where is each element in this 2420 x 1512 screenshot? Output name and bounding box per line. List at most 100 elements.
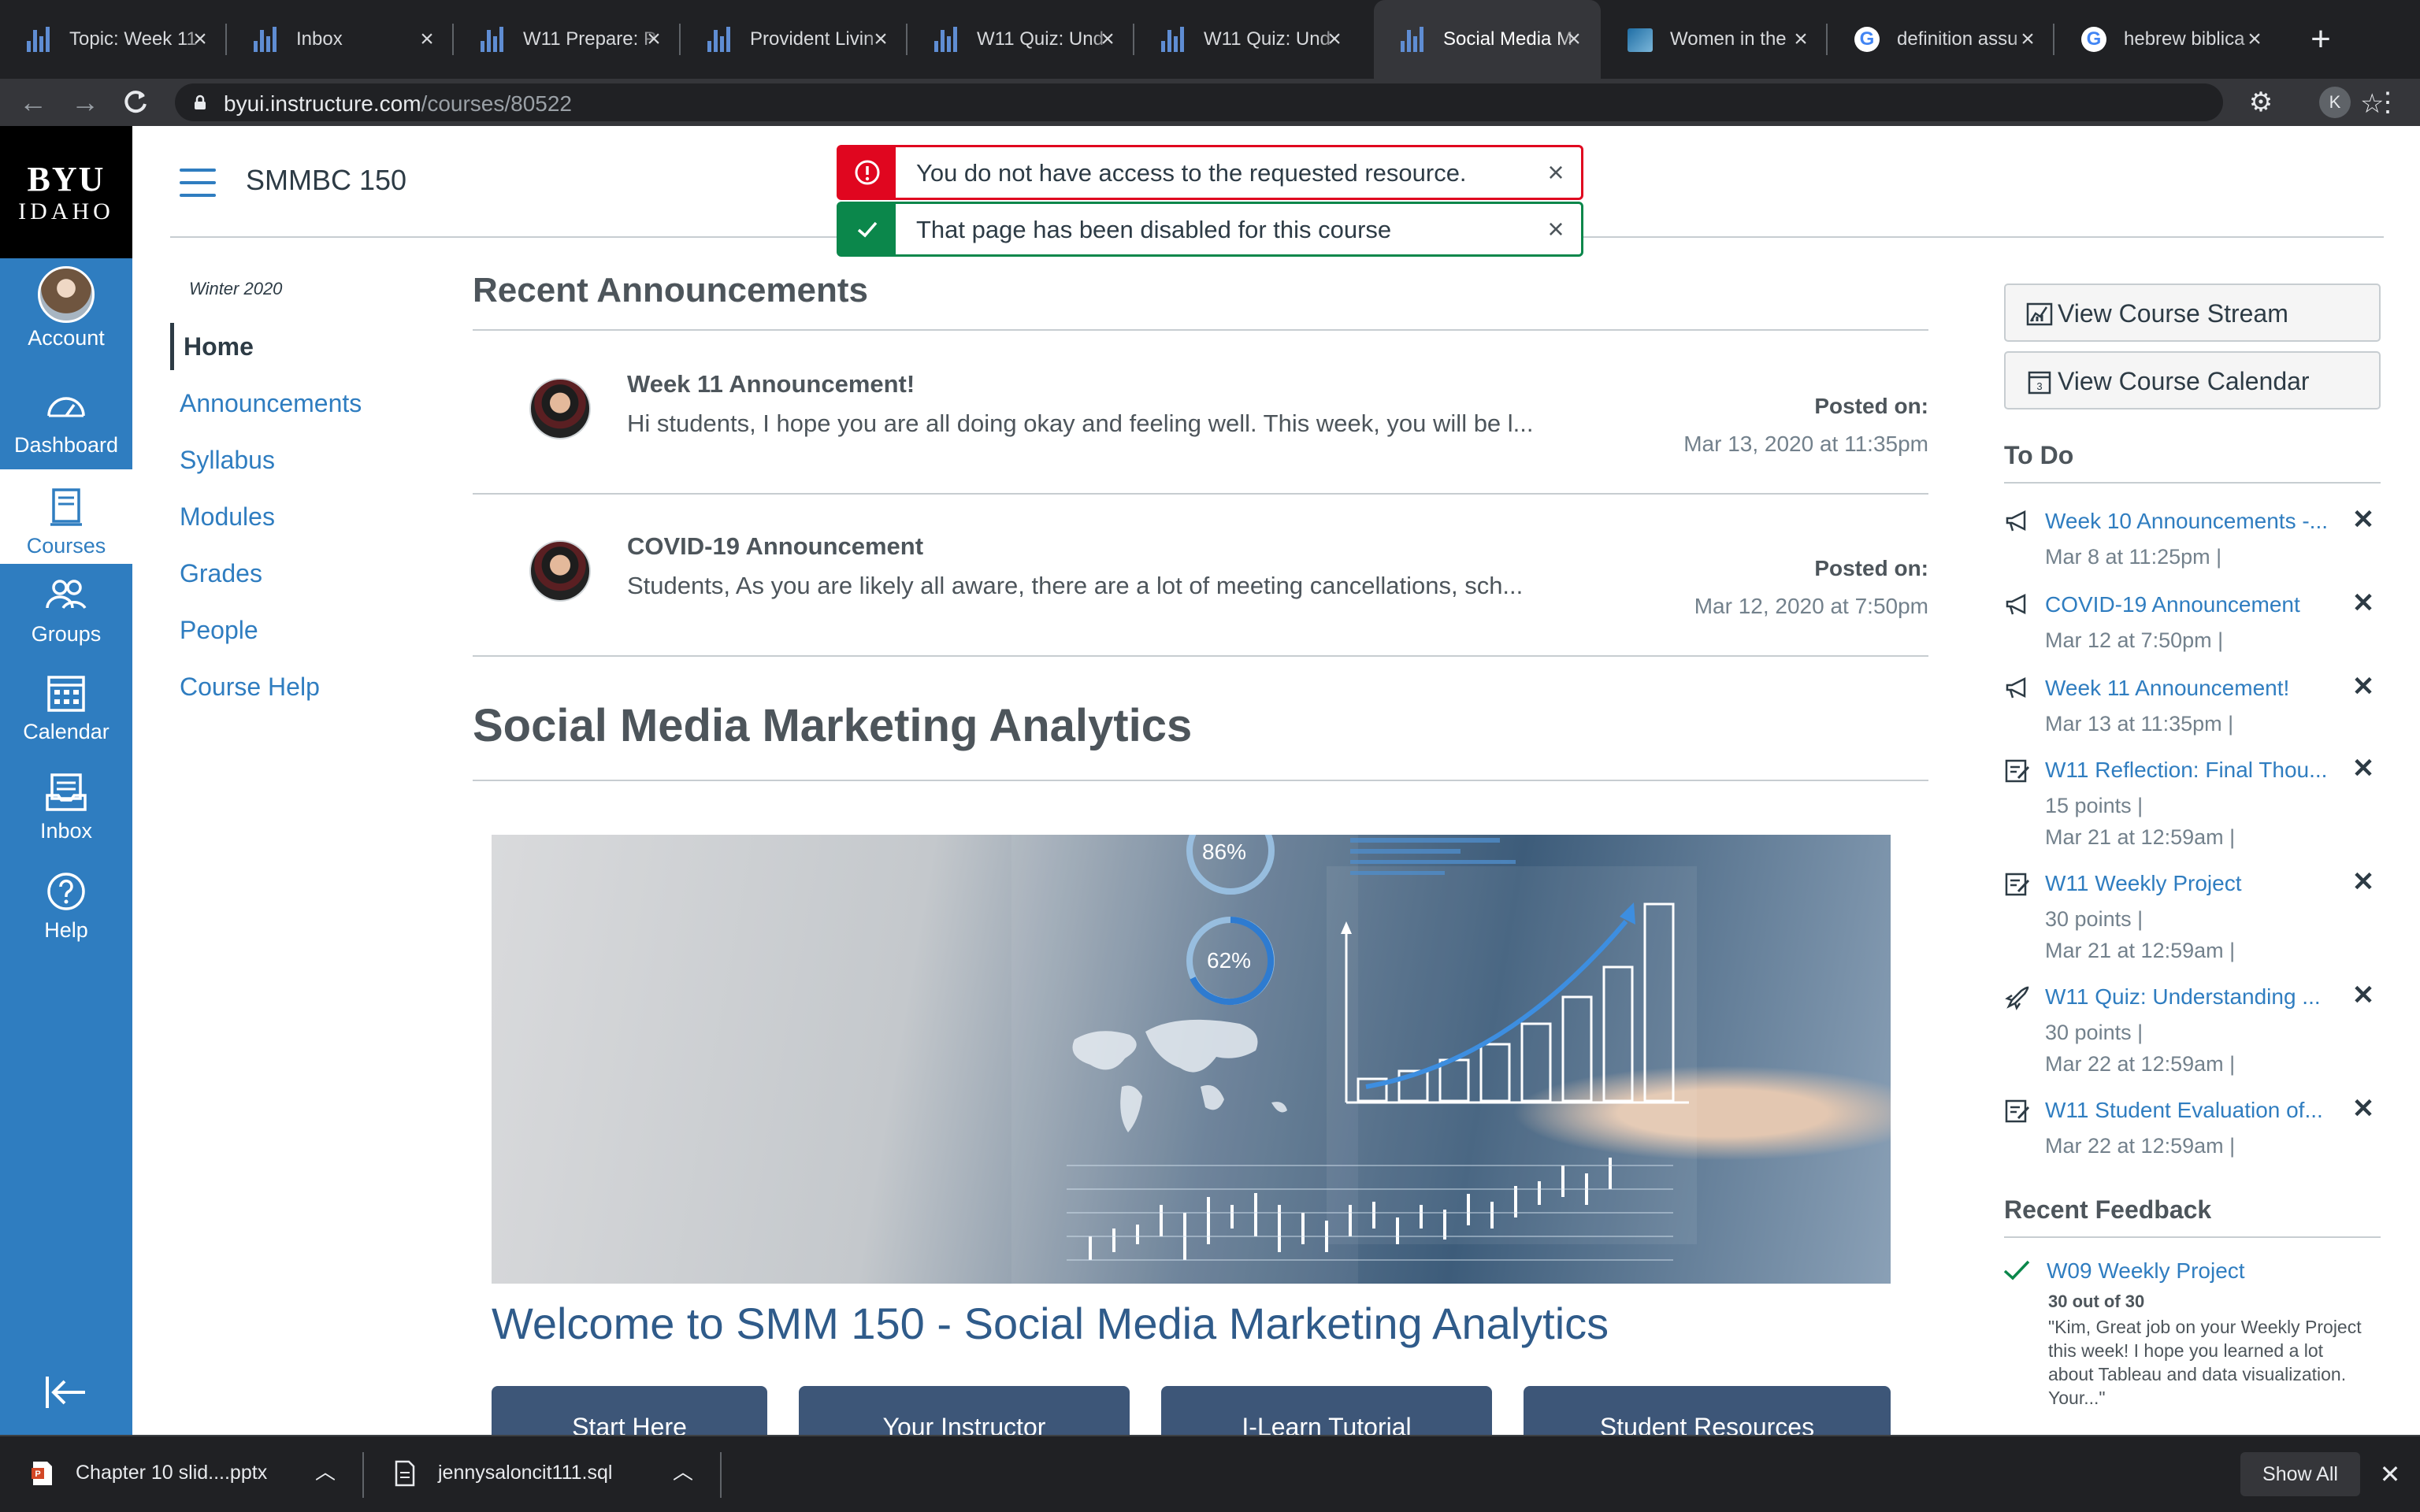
dismiss-icon[interactable]: ✕ [2351, 755, 2376, 782]
course-nav-modules[interactable]: Modules [170, 493, 406, 540]
todo-title-link[interactable]: W11 Weekly Project [2045, 871, 2336, 896]
browser-tab[interactable]: Women in the × [1601, 0, 1828, 79]
close-icon[interactable]: × [2242, 27, 2267, 52]
dismiss-icon[interactable]: ✕ [2351, 673, 2376, 700]
close-icon[interactable]: × [2015, 27, 2040, 52]
announcement-title[interactable]: COVID-19 Announcement [627, 532, 923, 561]
browser-tab-active[interactable]: Social Media M × [1374, 0, 1601, 79]
dismiss-icon[interactable]: ✕ [2351, 1095, 2376, 1122]
todo-title-link[interactable]: COVID-19 Announcement [2045, 592, 2336, 617]
course-nav-home[interactable]: Home [170, 323, 406, 370]
author-avatar [529, 378, 591, 439]
back-arrow-icon[interactable]: ← [17, 87, 49, 118]
course-nav-announcements[interactable]: Announcements [170, 380, 406, 427]
close-icon[interactable]: × [1561, 27, 1587, 52]
global-nav-courses[interactable]: Courses [0, 469, 132, 564]
download-item[interactable]: jennysaloncit111.sql ︿ [362, 1436, 720, 1512]
course-banner-image: 86% 62% [492, 835, 1891, 1284]
extension-gear-icon[interactable]: ⚙ [2247, 88, 2275, 117]
dismiss-icon[interactable]: ✕ [2351, 506, 2376, 533]
recent-feedback-heading: Recent Feedback [2004, 1195, 2212, 1224]
course-nav-grades[interactable]: Grades [170, 550, 406, 597]
new-tab-button[interactable]: + [2302, 20, 2340, 58]
posted-date: Mar 12, 2020 at 7:50pm [1694, 594, 1928, 618]
collapse-nav-icon[interactable] [44, 1373, 88, 1411]
todo-title-link[interactable]: Week 11 Announcement! [2045, 676, 2336, 701]
i-learn-tutorial-button[interactable]: I-Learn Tutorial [1161, 1386, 1492, 1435]
browser-tab[interactable]: Provident Livin × [681, 0, 908, 79]
browser-tab[interactable]: Topic: Week 11 × [0, 0, 227, 79]
byu-idaho-logo[interactable]: BYU IDAHO [0, 126, 132, 258]
assignment-icon [2005, 873, 2030, 896]
student-resources-button[interactable]: Student Resources [1524, 1386, 1891, 1435]
close-icon[interactable]: × [1788, 27, 1813, 52]
todo-title-link[interactable]: W11 Quiz: Understanding ... [2045, 984, 2336, 1010]
browser-tab[interactable]: W11 Prepare: P × [454, 0, 681, 79]
course-nav-people[interactable]: People [170, 606, 406, 654]
posted-date: Mar 13, 2020 at 11:35pm [1683, 432, 1928, 456]
megaphone-icon [2006, 593, 2026, 615]
divider [473, 780, 1928, 781]
browser-menu-icon[interactable]: ⋮ [2374, 87, 2401, 118]
chevron-up-icon[interactable]: ︿ [671, 1460, 695, 1484]
start-here-button[interactable]: Start Here [492, 1386, 767, 1435]
browser-tab[interactable]: Inbox × [227, 0, 454, 79]
close-icon[interactable]: × [1322, 27, 1347, 52]
chevron-up-icon[interactable]: ︿ [314, 1460, 337, 1484]
close-icon[interactable]: ✕ [2376, 1460, 2404, 1488]
todo-title-link[interactable]: Week 10 Announcements -... [2045, 509, 2336, 534]
show-all-button[interactable]: Show All [2240, 1452, 2360, 1496]
reload-icon[interactable] [120, 87, 151, 118]
global-nav-dashboard[interactable]: Dashboard [0, 375, 132, 469]
announcement-title[interactable]: Week 11 Announcement! [627, 370, 915, 398]
view-course-stream-button[interactable]: View Course Stream [2004, 284, 2381, 342]
dismiss-icon[interactable]: ✕ [2351, 869, 2376, 895]
close-icon[interactable]: × [641, 27, 666, 52]
close-icon[interactable]: × [1542, 158, 1570, 187]
close-icon[interactable]: × [1095, 27, 1120, 52]
address-bar[interactable]: byui.instructure.com/courses/80522 ☆ [175, 83, 2384, 121]
close-icon[interactable]: × [414, 27, 440, 52]
close-icon[interactable]: × [1542, 215, 1570, 243]
global-nav-account[interactable]: Account [0, 258, 132, 353]
global-nav-groups[interactable]: Groups [0, 564, 132, 658]
browser-tab[interactable]: G definition assu × [1828, 0, 2054, 79]
browser-tab[interactable]: W11 Quiz: Und × [1134, 0, 1361, 79]
announcement-item[interactable]: Week 11 Announcement! Hi students, I hop… [473, 332, 1928, 493]
todo-meta: Mar 22 at 12:59am | [2045, 1052, 2236, 1076]
browser-tab[interactable]: G hebrew biblica × [2054, 0, 2281, 79]
global-nav-inbox[interactable]: Inbox [0, 761, 132, 855]
dismiss-icon[interactable]: ✕ [2351, 590, 2376, 617]
close-icon[interactable]: × [187, 27, 213, 52]
course-code[interactable]: SMMBC 150 [246, 164, 406, 197]
todo-title-link[interactable]: W11 Reflection: Final Thou... [2045, 758, 2336, 783]
global-nav-help[interactable]: Help [0, 860, 132, 954]
course-nav-course-help[interactable]: Course Help [170, 663, 406, 710]
course-nav-label: Course Help [180, 673, 320, 701]
global-nav-calendar[interactable]: Calendar [0, 662, 132, 756]
forward-arrow-icon[interactable]: → [69, 87, 101, 118]
course-nav-syllabus[interactable]: Syllabus [170, 436, 406, 484]
your-instructor-button[interactable]: Your Instructor [799, 1386, 1130, 1435]
canvas-icon [707, 27, 733, 52]
nav-label: Dashboard [13, 433, 119, 457]
dismiss-icon[interactable]: ✕ [2351, 982, 2376, 1009]
megaphone-icon [2006, 676, 2026, 699]
browser-toolbar: ← → byui.instructure.com/courses/80522 ☆… [0, 79, 2420, 126]
todo-meta: Mar 13 at 11:35pm | [2045, 712, 2234, 736]
course-menu-toggle-icon[interactable] [180, 169, 216, 197]
feedback-title-link[interactable]: W09 Weekly Project [2047, 1258, 2245, 1284]
canvas-icon [1161, 27, 1186, 52]
profile-avatar[interactable]: K [2319, 87, 2351, 118]
browser-tab[interactable]: W11 Quiz: Und × [908, 0, 1134, 79]
inbox-icon [46, 773, 87, 811]
view-course-calendar-button[interactable]: 3 View Course Calendar [2004, 351, 2381, 410]
todo-title-link[interactable]: W11 Student Evaluation of... [2045, 1098, 2336, 1123]
groups-icon [46, 580, 87, 610]
close-icon[interactable]: × [868, 27, 893, 52]
feedback-score: 30 out of 30 [2048, 1292, 2145, 1311]
download-item[interactable]: P Chapter 10 slid....pptx ︿ [0, 1436, 362, 1512]
nav-label: Help [44, 918, 88, 942]
svg-text:P: P [35, 1469, 40, 1479]
announcement-item[interactable]: COVID-19 Announcement Students, As you a… [473, 495, 1928, 655]
